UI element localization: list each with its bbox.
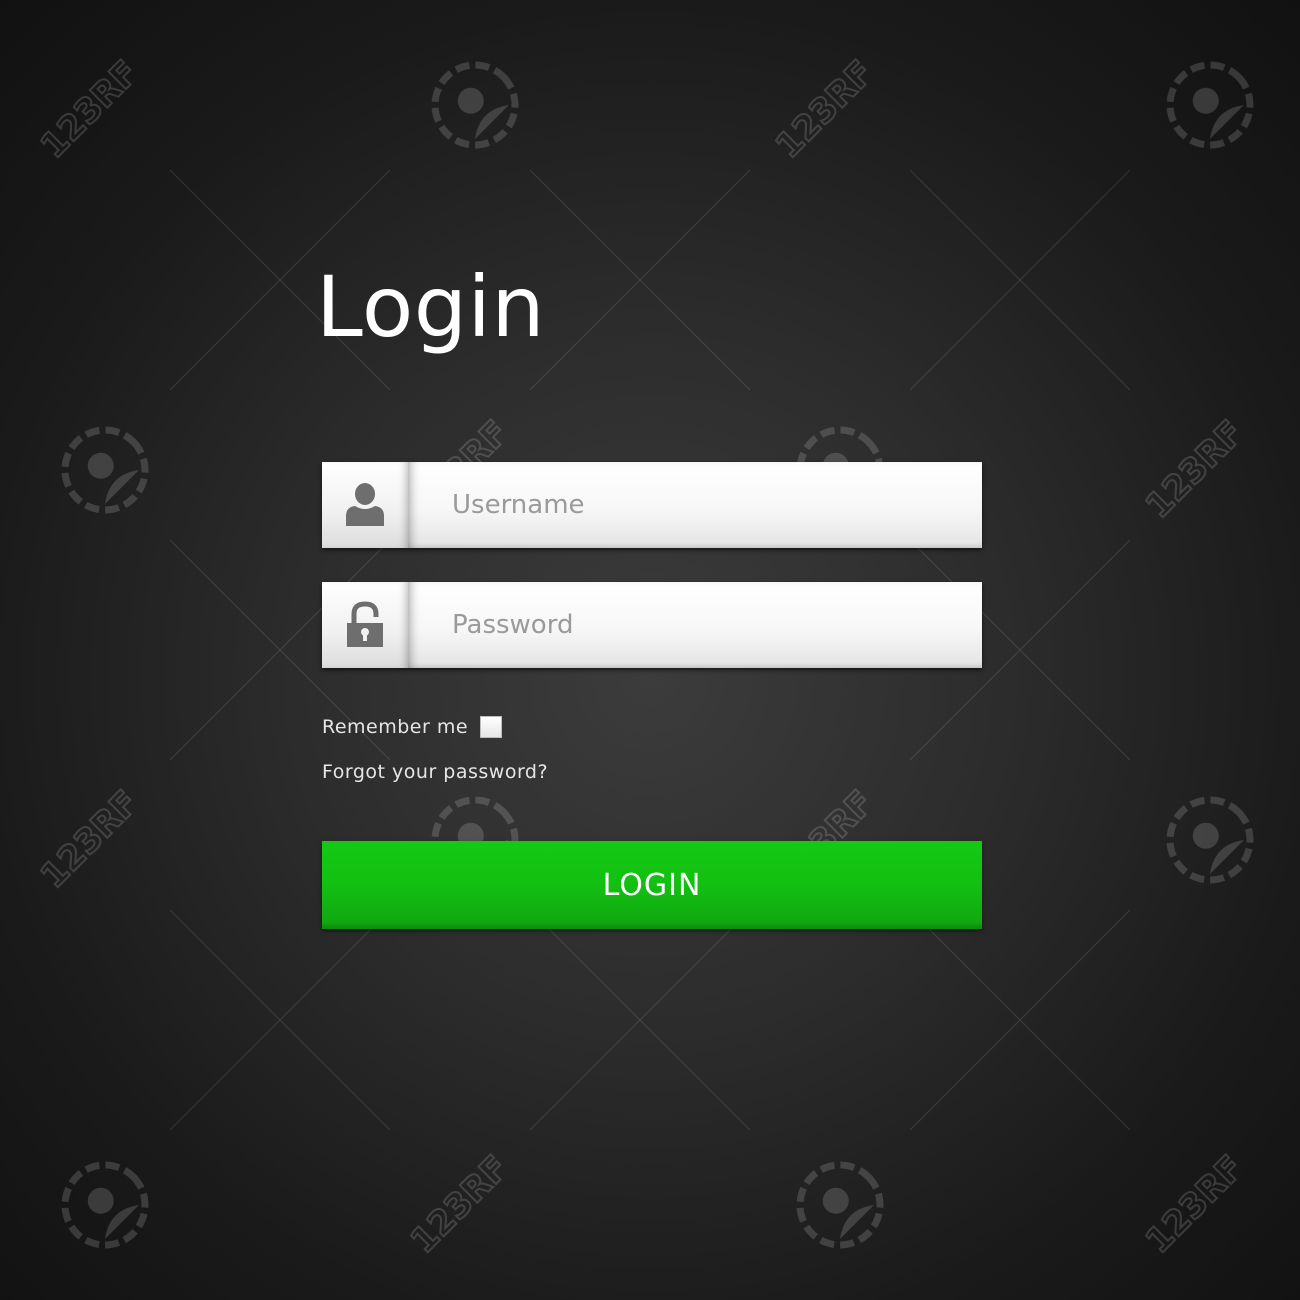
forgot-password-link[interactable]: Forgot your password? <box>322 761 548 783</box>
username-input[interactable] <box>408 462 982 548</box>
page-title: Login <box>316 258 546 356</box>
password-field <box>322 582 982 668</box>
password-icon-box <box>322 582 408 668</box>
remember-me-checkbox[interactable] <box>480 716 503 738</box>
remember-me-label: Remember me <box>322 716 469 738</box>
username-icon-box <box>322 462 408 548</box>
lock-icon <box>347 601 383 647</box>
user-icon <box>346 483 384 526</box>
username-field <box>322 462 982 548</box>
login-button[interactable]: LOGIN <box>322 841 982 929</box>
password-input[interactable] <box>408 582 982 668</box>
remember-me-row: Remember me <box>322 716 503 738</box>
